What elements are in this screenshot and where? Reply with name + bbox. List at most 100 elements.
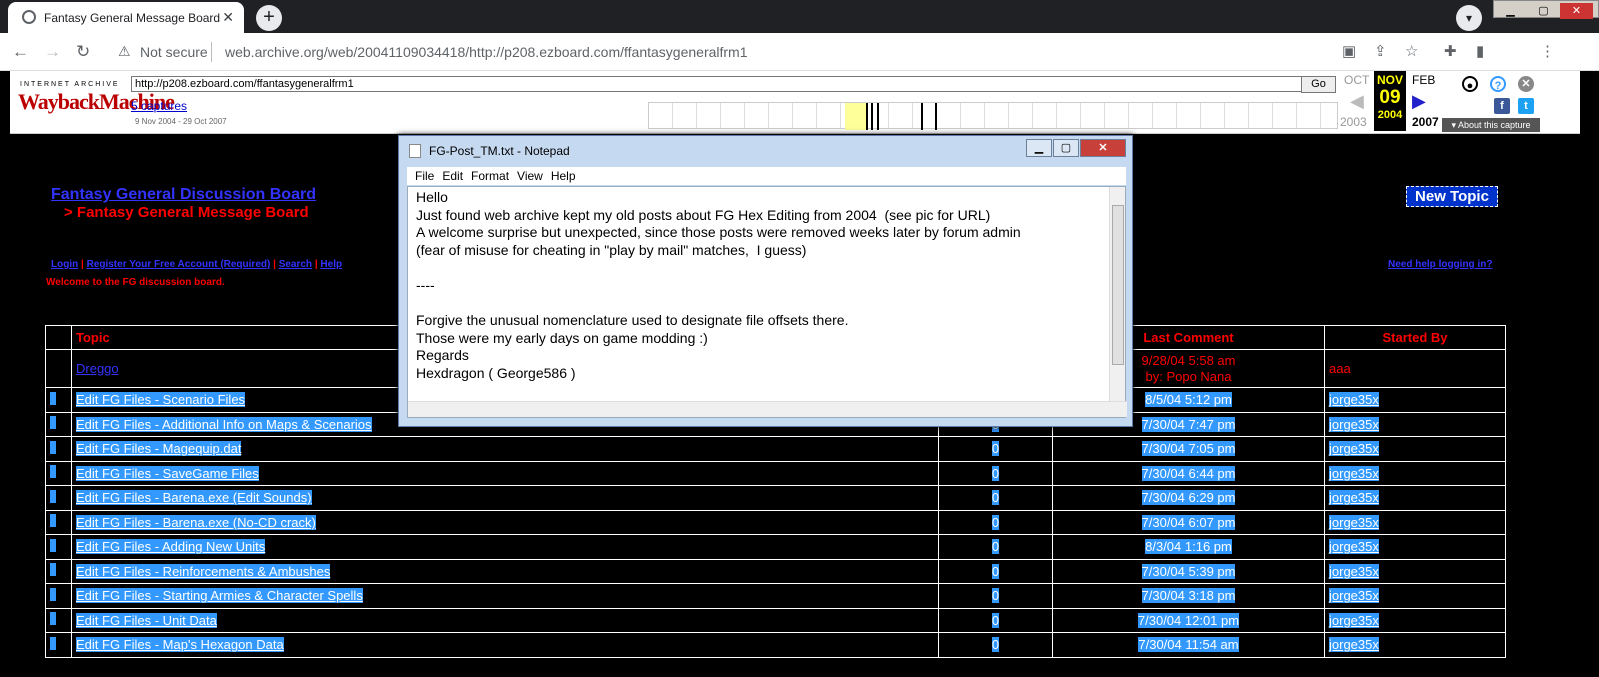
browser-tab[interactable]: Fantasy General Message Board ✕: [8, 2, 244, 33]
table-row: Edit FG Files - SaveGame Files 0 7/30/04 6…: [45, 460, 1506, 486]
capture-sparkline[interactable]: [648, 102, 1338, 130]
text-line: Hello: [416, 189, 448, 205]
wayback-go-button[interactable]: Go: [1301, 76, 1336, 93]
prev-month[interactable]: OCT: [1344, 73, 1369, 87]
close-tab-icon[interactable]: ✕: [222, 9, 234, 26]
last-comment-time: 7/30/04 3:18 pm: [1141, 588, 1236, 604]
row-marker: [45, 534, 72, 560]
topic-link[interactable]: Edit FG Files - Additional Info on Maps …: [76, 416, 372, 432]
starter-link[interactable]: jorge35x: [1329, 612, 1379, 628]
close-window-icon[interactable]: ✕: [1560, 3, 1593, 19]
topic-link[interactable]: Edit FG Files - Barena.exe (No-CD crack): [76, 514, 316, 530]
minimize-icon[interactable]: ▁: [1494, 3, 1527, 19]
vertical-scrollbar[interactable]: [1109, 187, 1125, 402]
register-link[interactable]: Register Your Free Account (Required): [87, 259, 271, 270]
reload-icon[interactable]: ↻: [76, 42, 90, 62]
notepad-text-area[interactable]: Hello Just found web archive kept my old …: [407, 186, 1127, 418]
replies-count: 0: [991, 514, 1000, 530]
maximize-icon[interactable]: ▢: [1527, 3, 1560, 19]
close-icon[interactable]: ✕: [1518, 76, 1534, 92]
maximize-icon[interactable]: ▢: [1053, 139, 1079, 157]
menu-item-help[interactable]: Help: [551, 167, 576, 185]
starter-link[interactable]: jorge35x: [1329, 588, 1379, 604]
text-line: (fear of misuse for cheating in "play by…: [416, 241, 807, 258]
about-capture-button[interactable]: ▾ About this capture: [1442, 118, 1540, 132]
starter-link[interactable]: jorge35x: [1329, 637, 1379, 653]
topic-link[interactable]: Edit FG Files - Reinforcements & Ambushe…: [76, 563, 331, 579]
starter-link[interactable]: jorge35x: [1329, 563, 1379, 579]
kebab-menu-icon[interactable]: ⋮: [1540, 42, 1555, 60]
starter-link[interactable]: jorge35x: [1329, 514, 1379, 530]
starter-cell: jorge35x: [1324, 509, 1506, 535]
extensions-puzzle-icon[interactable]: ✚: [1444, 42, 1457, 60]
next-month[interactable]: FEB: [1412, 73, 1435, 87]
starter-link[interactable]: jorge35x: [1329, 465, 1379, 481]
account-links: Login | Register Your Free Account (Requ…: [51, 259, 343, 270]
twitter-icon[interactable]: t: [1518, 98, 1534, 114]
starter-link[interactable]: jorge35x: [1329, 441, 1379, 457]
horizontal-scrollbar[interactable]: [408, 401, 1127, 417]
topic-link[interactable]: Edit FG Files - Scenario Files: [76, 392, 246, 408]
login-link[interactable]: Login: [51, 259, 78, 270]
url-text[interactable]: web.archive.org/web/20041109034418/http:…: [225, 44, 748, 60]
menu-item-format[interactable]: Format: [471, 167, 509, 185]
wayback-logo-top: INTERNET ARCHIVE: [20, 81, 120, 88]
starter-link[interactable]: jorge35x: [1329, 416, 1379, 432]
captures-link[interactable]: 5 captures: [131, 99, 187, 113]
topic-link[interactable]: Edit FG Files - Magequip.dat: [76, 441, 242, 457]
topic-link[interactable]: Edit FG Files - SaveGame Files: [76, 465, 259, 481]
notepad-menu-bar: File Edit Format View Help: [407, 167, 1126, 185]
address-bar[interactable]: ⚠ Not secure web.archive.org/web/2004110…: [110, 36, 1390, 68]
forward-arrow-icon[interactable]: →: [44, 42, 61, 62]
prev-arrow-icon[interactable]: ◀: [1350, 91, 1364, 112]
topic-cell: Edit FG Files - Map's Hexagon Data: [71, 632, 939, 658]
help-icon[interactable]: ?: [1490, 76, 1506, 92]
capture-bar: [866, 103, 868, 130]
topic-link[interactable]: Edit FG Files - Map's Hexagon Data: [76, 637, 284, 653]
replies-count: 0: [991, 637, 1000, 653]
menu-item-file[interactable]: File: [415, 167, 434, 185]
starter-link[interactable]: jorge35x: [1329, 490, 1379, 506]
row-marker-icon: [50, 416, 56, 430]
text-line: [416, 259, 1021, 277]
tab-search-chevron-icon[interactable]: ▾: [1456, 5, 1482, 31]
row-marker-icon: [50, 440, 56, 454]
new-tab-button[interactable]: +: [256, 5, 282, 31]
need-help-link[interactable]: Need help logging in?: [1388, 259, 1492, 270]
header-started-by[interactable]: Started By: [1324, 325, 1506, 350]
facebook-icon[interactable]: f: [1494, 98, 1510, 114]
scrollbar-thumb[interactable]: [1112, 205, 1124, 365]
search-link[interactable]: Search: [279, 259, 312, 270]
user-icon[interactable]: ●: [1462, 76, 1478, 92]
starter-cell: jorge35x: [1324, 411, 1506, 437]
breadcrumb-parent[interactable]: Fantasy General Discussion Board: [51, 186, 316, 204]
row-marker: [45, 436, 72, 462]
bookmark-star-icon[interactable]: ☆: [1405, 42, 1418, 60]
wayback-url-input[interactable]: http://p208.ezboard.com/ffantasygeneralf…: [131, 76, 1307, 92]
topic-link[interactable]: Edit FG Files - Barena.exe (Edit Sounds): [76, 490, 312, 506]
close-icon[interactable]: ✕: [1080, 139, 1126, 157]
share-icon[interactable]: ⇪: [1374, 42, 1387, 60]
notepad-text[interactable]: Hello Just found web archive kept my old …: [416, 189, 1021, 383]
side-panel-icon[interactable]: ▮: [1476, 42, 1484, 60]
topic-link[interactable]: Dreggo: [76, 361, 119, 376]
menu-item-view[interactable]: View: [517, 167, 543, 185]
last-comment-cell: 7/30/04 3:18 pm: [1052, 583, 1325, 609]
topic-link[interactable]: Edit FG Files - Starting Armies & Charac…: [76, 588, 363, 604]
minimize-icon[interactable]: ▁: [1026, 139, 1052, 157]
warning-icon[interactable]: ⚠: [118, 43, 131, 60]
next-arrow-icon[interactable]: ▶: [1412, 91, 1426, 112]
help-link[interactable]: Help: [320, 259, 342, 270]
topic-link[interactable]: Edit FG Files - Unit Data: [76, 612, 217, 628]
starter-link[interactable]: jorge35x: [1329, 392, 1379, 408]
notepad-window[interactable]: FG-Post_TM.txt - Notepad ▁ ▢ ✕ File Edit F…: [398, 135, 1133, 427]
row-marker: [45, 583, 72, 609]
topic-cell: Edit FG Files - SaveGame Files: [71, 460, 939, 486]
new-topic-button[interactable]: New Topic: [1406, 186, 1498, 207]
menu-item-edit[interactable]: Edit: [442, 167, 463, 185]
starter-link[interactable]: jorge35x: [1329, 539, 1379, 555]
topic-link[interactable]: Edit FG Files - Adding New Units: [76, 539, 266, 555]
blocked-popup-icon[interactable]: ▣: [1342, 42, 1356, 60]
starter-cell: jorge35x: [1324, 607, 1506, 633]
back-arrow-icon[interactable]: ←: [12, 42, 29, 62]
